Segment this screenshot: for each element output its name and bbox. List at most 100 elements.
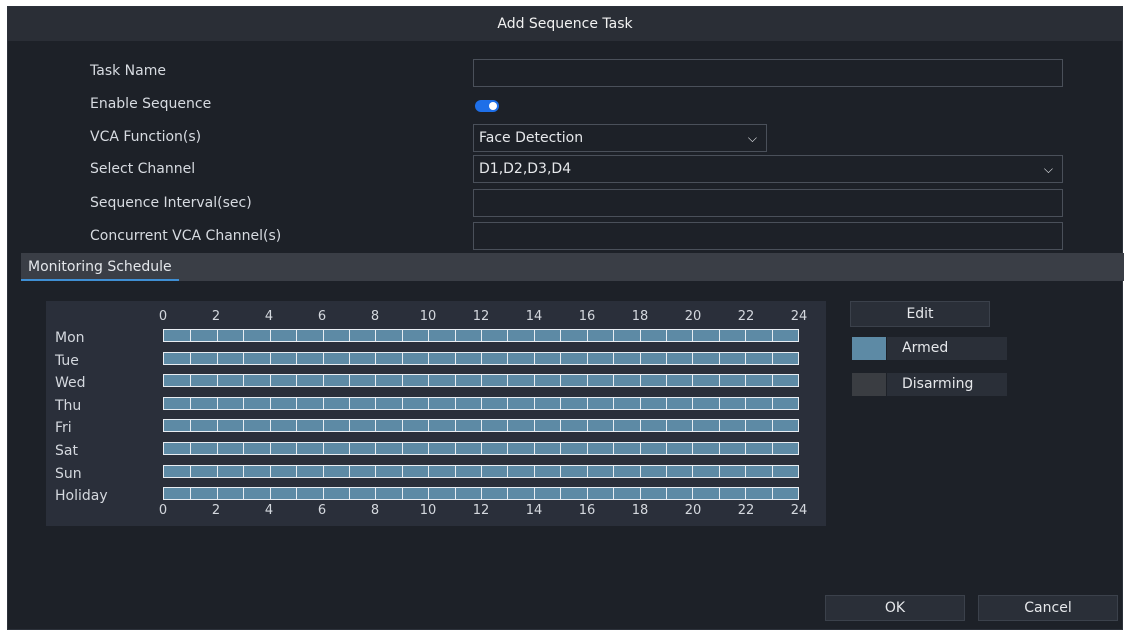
hour-divider (401, 330, 403, 341)
hour-divider (216, 465, 218, 477)
hour-divider (639, 330, 641, 341)
hour-divider (533, 397, 535, 409)
hour-divider (560, 330, 562, 341)
ok-button[interactable]: OK (825, 595, 965, 621)
hour-divider (401, 443, 403, 454)
hour-divider (613, 397, 615, 409)
hour-divider (586, 397, 588, 409)
hour-divider (665, 397, 667, 409)
schedule-row-bar[interactable] (163, 329, 799, 342)
bottom-hour-label: 0 (158, 503, 168, 518)
vca-function-value: Face Detection (479, 130, 584, 146)
hour-divider (771, 330, 773, 341)
hour-divider (401, 488, 403, 500)
top-hour-label: 18 (631, 309, 649, 324)
hour-divider (533, 488, 535, 500)
hour-divider (216, 443, 218, 454)
hour-divider (745, 330, 747, 341)
hour-divider (269, 375, 271, 387)
hour-divider (586, 443, 588, 454)
hour-divider (639, 465, 641, 477)
hour-divider (507, 420, 509, 432)
schedule-grid[interactable]: 0 2 4 6 8 10 12 14 16 18 20 22 24 0 2 4 6 8 10 12 14 16 18 20 22… (46, 301, 826, 526)
hour-divider (745, 397, 747, 409)
hour-divider (507, 465, 509, 477)
hour-divider (665, 443, 667, 454)
hour-divider (718, 420, 720, 432)
hour-divider (665, 330, 667, 341)
hour-divider (586, 330, 588, 341)
sequence-interval-input[interactable] (473, 189, 1063, 217)
hour-divider (613, 330, 615, 341)
hour-divider (718, 488, 720, 500)
hour-divider (322, 488, 324, 500)
task-name-input[interactable] (473, 59, 1063, 87)
hour-divider (296, 488, 298, 500)
hour-divider (507, 488, 509, 500)
enable-sequence-toggle[interactable] (475, 100, 499, 112)
hour-divider (586, 465, 588, 477)
hour-divider (586, 420, 588, 432)
top-hour-label: 14 (525, 309, 543, 324)
disarming-legend-label: Disarming (887, 373, 1007, 396)
hour-divider (190, 352, 192, 364)
hour-divider (560, 465, 562, 477)
hour-divider (375, 465, 377, 477)
top-hour-label: 20 (684, 309, 702, 324)
select-channel-select[interactable]: D1,D2,D3,D4 ⌵ (473, 155, 1063, 183)
bottom-hour-label: 22 (737, 503, 755, 518)
hour-divider (428, 375, 430, 387)
armed-legend-swatch (852, 337, 886, 360)
hour-divider (428, 488, 430, 500)
hour-divider (718, 375, 720, 387)
hour-divider (375, 443, 377, 454)
hour-divider (243, 443, 245, 454)
hour-divider (296, 465, 298, 477)
hour-divider (296, 375, 298, 387)
schedule-row-bar[interactable] (163, 464, 799, 478)
hour-divider (375, 375, 377, 387)
hour-divider (560, 352, 562, 364)
hour-divider (375, 352, 377, 364)
hour-divider (613, 443, 615, 454)
schedule-row-bar[interactable] (163, 396, 799, 410)
hour-divider (507, 443, 509, 454)
schedule-row-bar[interactable] (163, 419, 799, 433)
hour-divider (718, 352, 720, 364)
vca-function-select[interactable]: Face Detection ⌵ (473, 124, 767, 152)
hour-divider (216, 420, 218, 432)
hour-divider (454, 465, 456, 477)
day-label: Holiday (55, 488, 108, 505)
select-channel-value: D1,D2,D3,D4 (479, 161, 572, 177)
bottom-hour-label: 6 (317, 503, 327, 518)
top-hour-label: 0 (158, 309, 168, 324)
hour-divider (190, 375, 192, 387)
concurrent-vca-channels-input[interactable] (473, 222, 1063, 250)
schedule-row-bar[interactable] (163, 351, 799, 365)
hour-divider (718, 443, 720, 454)
bottom-hour-label: 18 (631, 503, 649, 518)
schedule-row-bar[interactable] (163, 487, 799, 501)
schedule-row-bar[interactable] (163, 374, 799, 388)
hour-divider (243, 488, 245, 500)
hour-divider (560, 420, 562, 432)
hour-divider (348, 443, 350, 454)
day-label: Wed (55, 375, 86, 392)
hour-divider (771, 420, 773, 432)
hour-divider (216, 352, 218, 364)
disarming-legend-swatch (852, 373, 886, 396)
hour-divider (269, 397, 271, 409)
cancel-button[interactable]: Cancel (978, 595, 1118, 621)
top-hour-label: 4 (264, 309, 274, 324)
hour-divider (296, 352, 298, 364)
hour-divider (296, 330, 298, 341)
schedule-row-bar[interactable] (163, 442, 799, 455)
tab-monitoring-schedule[interactable]: Monitoring Schedule (21, 253, 179, 281)
day-label: Sat (55, 443, 78, 459)
day-label: Sun (55, 465, 82, 482)
edit-schedule-button[interactable]: Edit (850, 301, 990, 327)
hour-divider (454, 397, 456, 409)
hour-divider (745, 420, 747, 432)
add-sequence-task-dialog: Add Sequence Task Task Name Enable Seque… (7, 6, 1124, 630)
top-hour-label: 10 (419, 309, 437, 324)
